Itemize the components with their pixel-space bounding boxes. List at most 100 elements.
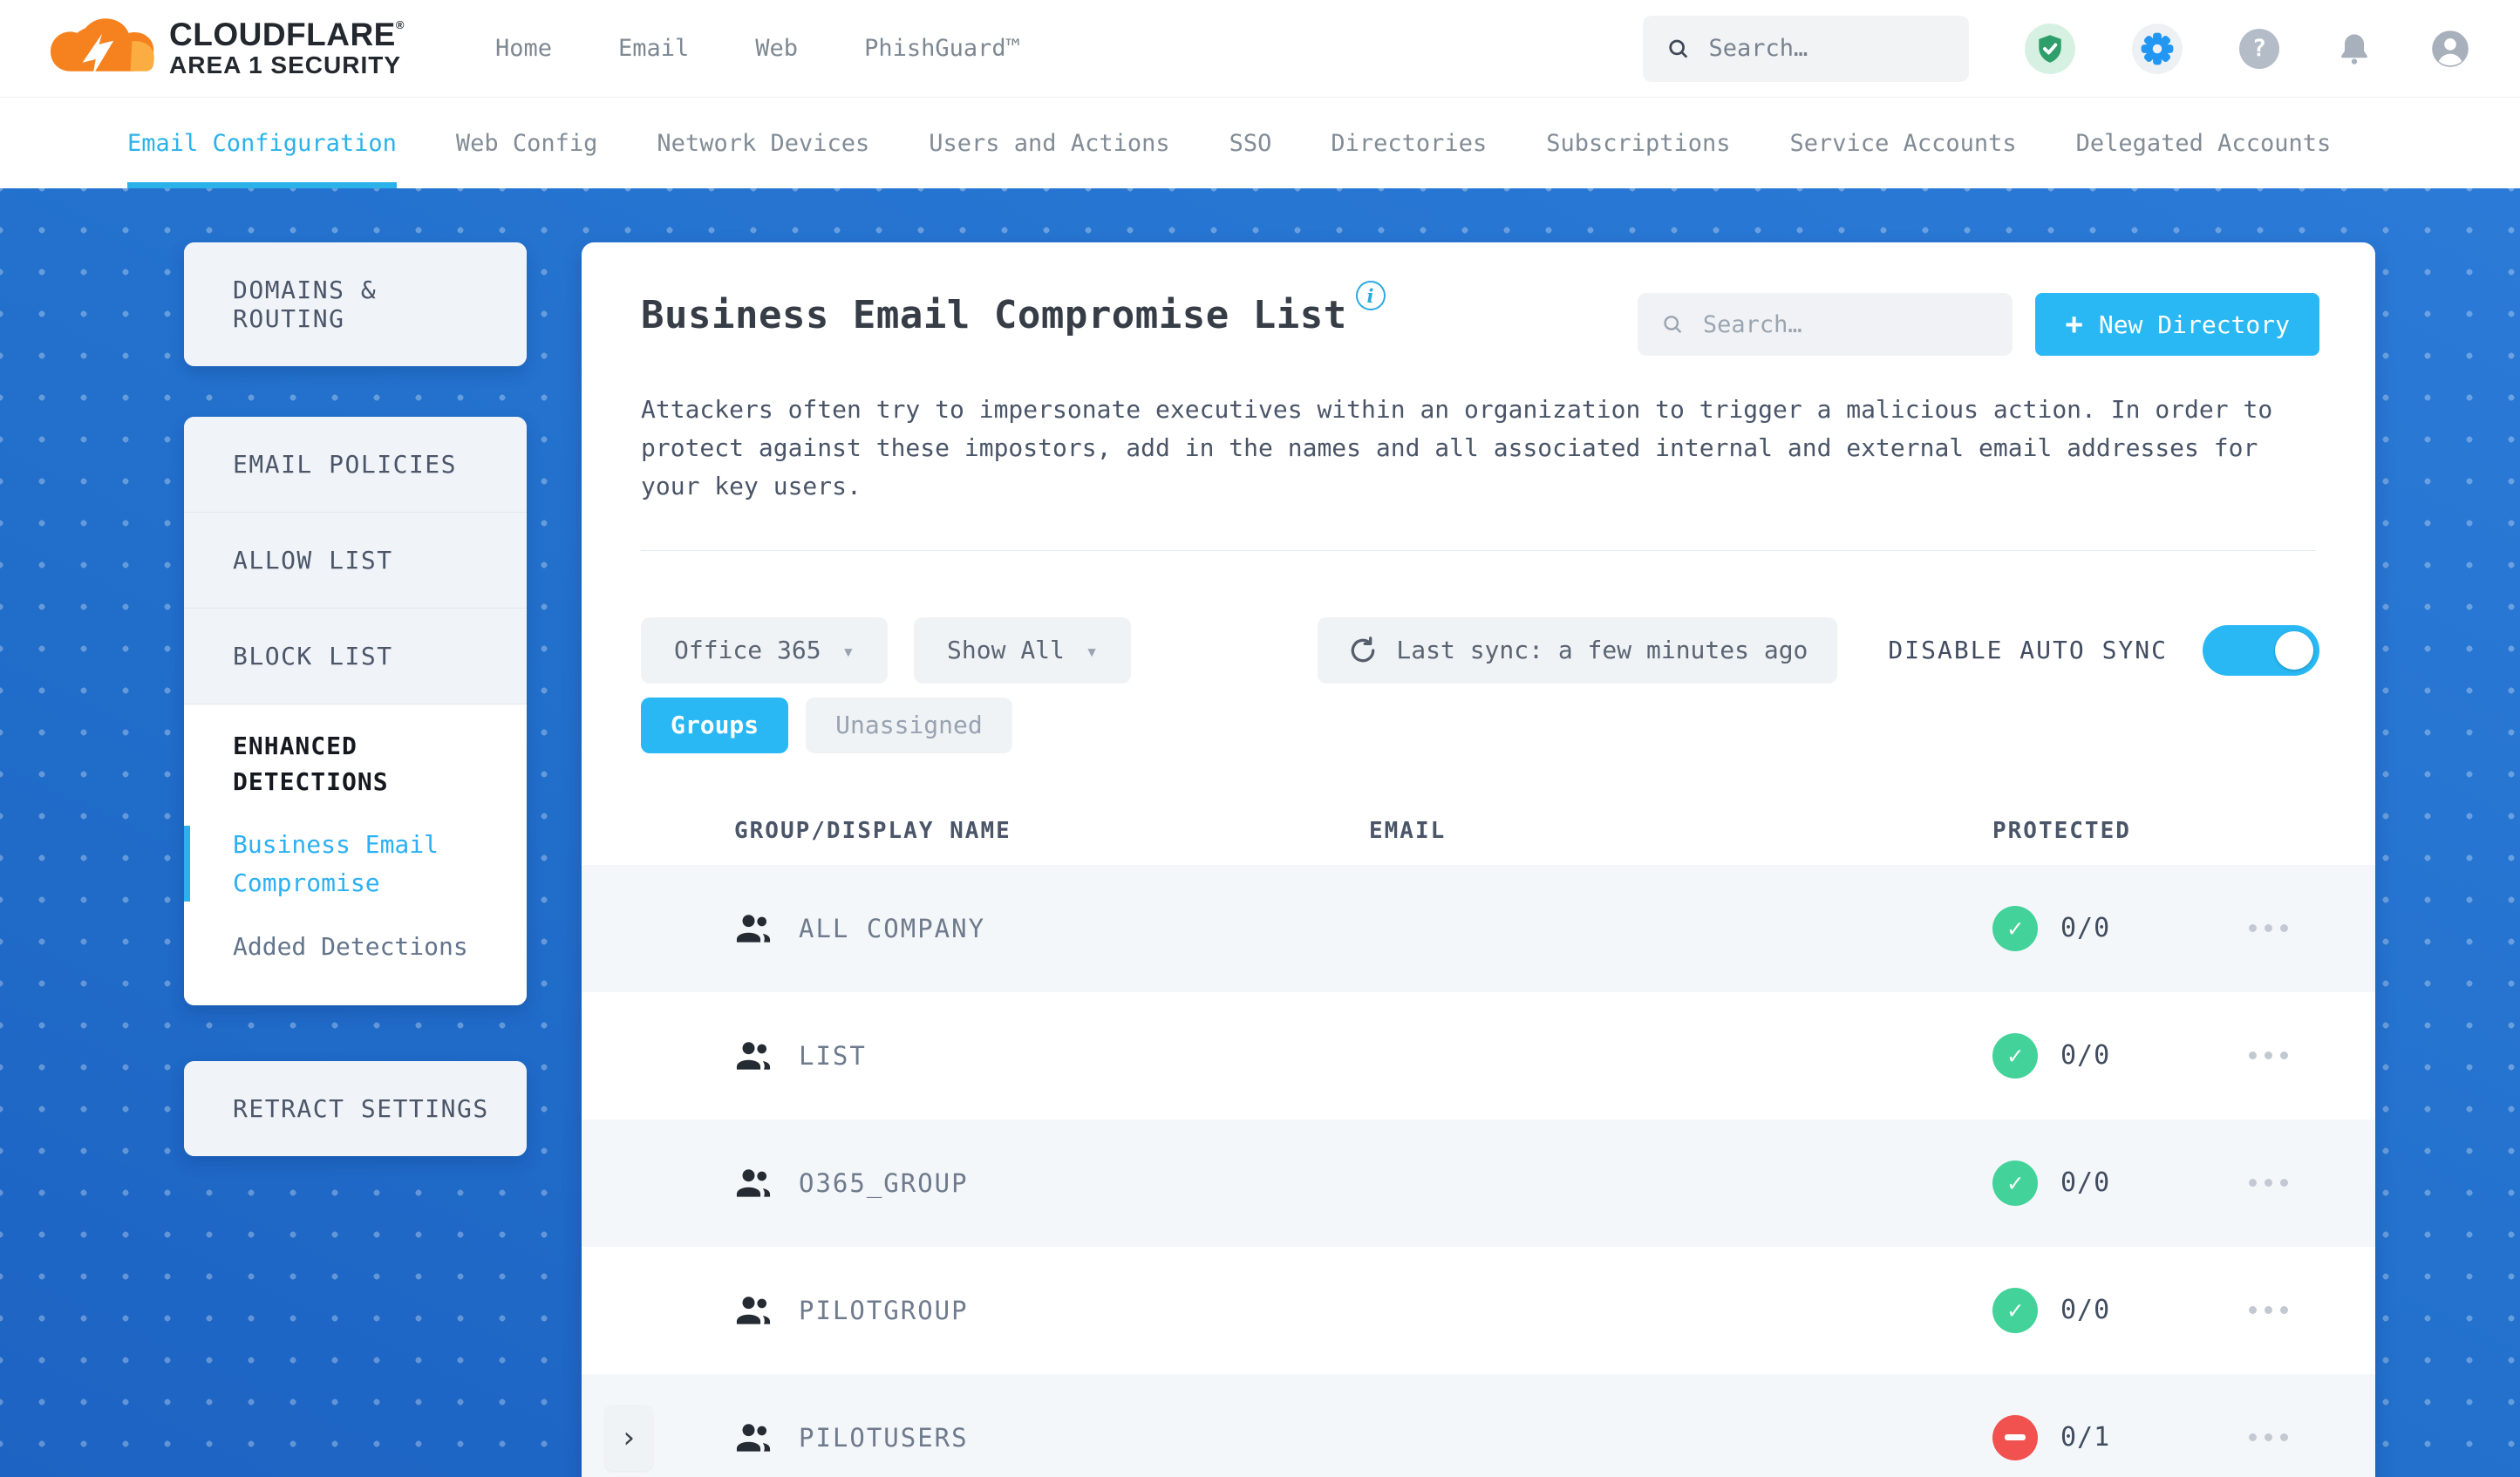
chevron-down-icon xyxy=(1086,636,1098,664)
nav-home[interactable]: Home xyxy=(495,35,552,62)
row-actions-menu[interactable] xyxy=(2249,1041,2288,1070)
groups-table: GROUP/DISPLAY NAME EMAIL PROTECTED ALL C… xyxy=(582,797,2375,1477)
tab-users-and-actions[interactable]: Users and Actions xyxy=(929,98,1169,188)
directory-select[interactable]: Office 365 xyxy=(641,616,889,684)
protected-blocked-icon xyxy=(1992,1414,2038,1460)
group-name: ALL COMPANY xyxy=(799,913,986,943)
group-people-icon xyxy=(736,1296,771,1324)
primary-nav: Home Email Web PhishGuard™ xyxy=(495,35,1020,62)
group-people-icon xyxy=(736,1168,771,1197)
group-name: LIST xyxy=(799,1040,867,1071)
cloudflare-cloud-icon xyxy=(51,17,154,76)
brand-subtitle: AREA 1 SECURITY xyxy=(169,51,402,79)
cloudflare-logo[interactable]: CLOUDFLARE ® AREA 1 SECURITY xyxy=(51,11,405,86)
group-people-icon xyxy=(736,1041,771,1070)
row-actions-menu[interactable] xyxy=(2249,914,2288,943)
email-settings-card: EMAIL POLICIES ALLOW LIST BLOCK LIST ENH… xyxy=(184,417,527,1006)
refresh-icon xyxy=(1352,636,1375,663)
tab-network-devices[interactable]: Network Devices xyxy=(657,98,869,188)
tab-sso[interactable]: SSO xyxy=(1229,98,1272,188)
section-nav: Email Configuration Web Config Network D… xyxy=(0,98,2520,188)
row-actions-menu[interactable] xyxy=(2249,1296,2288,1324)
row-actions-menu[interactable] xyxy=(2249,1423,2288,1452)
show-filter-select[interactable]: Show All xyxy=(914,616,1132,684)
list-search[interactable] xyxy=(1638,293,2013,356)
nav-phishguard[interactable]: PhishGuard™ xyxy=(864,35,1020,62)
workspace-background: DOMAINS & ROUTING EMAIL POLICIES ALLOW L… xyxy=(0,188,2520,1477)
sidebar-item-allow-list[interactable]: ALLOW LIST xyxy=(184,513,527,609)
enhanced-detections-section: ENHANCED DETECTIONS Business Email Compr… xyxy=(184,704,527,1006)
tab-email-configuration[interactable]: Email Configuration xyxy=(127,98,397,188)
top-bar: CLOUDFLARE ® AREA 1 SECURITY Home Email … xyxy=(0,0,2520,98)
sidebar-item-retract-settings[interactable]: RETRACT SETTINGS xyxy=(184,1061,527,1157)
auto-sync-toggle[interactable] xyxy=(2203,624,2319,676)
notifications-bell-icon[interactable] xyxy=(2336,31,2373,67)
security-status-button[interactable] xyxy=(2025,23,2075,74)
protected-count: 0/0 xyxy=(2060,1167,2111,1199)
protected-ok-icon xyxy=(1992,1032,2038,1079)
tab-directories[interactable]: Directories xyxy=(1331,98,1487,188)
info-icon[interactable] xyxy=(1355,281,1386,310)
brand-name: CLOUDFLARE xyxy=(169,16,396,52)
protected-ok-icon xyxy=(1992,905,2038,951)
header-icon-group xyxy=(2025,23,2471,74)
protected-ok-icon xyxy=(1992,1287,2038,1333)
protected-count: 0/1 xyxy=(2060,1422,2111,1453)
divider xyxy=(641,549,2316,551)
group-name: PILOTUSERS xyxy=(799,1422,969,1453)
nav-email[interactable]: Email xyxy=(618,35,689,62)
bec-list-panel: Business Email Compromise List New Direc… xyxy=(582,242,2375,1477)
nav-web[interactable]: Web xyxy=(755,35,798,62)
tab-delegated-accounts[interactable]: Delegated Accounts xyxy=(2076,98,2332,188)
table-row[interactable]: PILOTUSERS 0/1 xyxy=(582,1373,2375,1477)
new-directory-button[interactable]: New Directory xyxy=(2035,293,2319,356)
expand-row-button[interactable] xyxy=(604,1404,653,1471)
table-header: GROUP/DISPLAY NAME EMAIL PROTECTED xyxy=(582,797,2375,865)
settings-button[interactable] xyxy=(2132,23,2183,74)
shield-check-icon xyxy=(2039,34,2061,63)
plus-icon xyxy=(2065,307,2082,342)
gear-icon xyxy=(2141,32,2174,65)
settings-sidebar: DOMAINS & ROUTING EMAIL POLICIES ALLOW L… xyxy=(184,242,527,1157)
table-row[interactable]: LIST 0/0 xyxy=(582,992,2375,1120)
chevron-down-icon xyxy=(842,636,855,664)
row-actions-menu[interactable] xyxy=(2249,1168,2288,1197)
registered-mark: ® xyxy=(395,17,405,31)
retract-settings-card: RETRACT SETTINGS xyxy=(184,1061,527,1157)
sidebar-item-enhanced-detections[interactable]: ENHANCED DETECTIONS xyxy=(184,729,498,800)
table-row[interactable]: ALL COMPANY 0/0 xyxy=(582,864,2375,992)
last-sync-button[interactable]: Last sync: a few minutes ago xyxy=(1318,616,1838,684)
tab-groups[interactable]: Groups xyxy=(641,697,789,753)
search-icon xyxy=(1664,316,1682,334)
table-row[interactable]: PILOTGROUP 0/0 xyxy=(582,1247,2375,1374)
protected-count: 0/0 xyxy=(2060,1295,2111,1326)
domains-routing-card: DOMAINS & ROUTING xyxy=(184,242,527,366)
group-name: O365_GROUP xyxy=(799,1167,969,1198)
tab-unassigned[interactable]: Unassigned xyxy=(806,697,1012,753)
toggle-knob xyxy=(2275,630,2313,670)
last-sync-text: Last sync: a few minutes ago xyxy=(1396,636,1808,665)
tab-service-accounts[interactable]: Service Accounts xyxy=(1790,98,2017,188)
global-search[interactable] xyxy=(1643,15,1969,82)
protected-count: 0/0 xyxy=(2060,1040,2111,1072)
column-email: EMAIL xyxy=(1369,817,1447,844)
sidebar-item-added-detections[interactable]: Added Detections xyxy=(184,928,498,965)
tab-subscriptions[interactable]: Subscriptions xyxy=(1546,98,1730,188)
protected-count: 0/0 xyxy=(2060,913,2111,944)
sidebar-item-email-policies[interactable]: EMAIL POLICIES xyxy=(184,417,527,513)
protected-ok-icon xyxy=(1992,1160,2038,1206)
search-icon xyxy=(1669,39,1688,58)
group-people-icon xyxy=(736,914,771,943)
global-search-input[interactable] xyxy=(1708,35,1944,62)
sidebar-item-business-email-compromise[interactable]: Business Email Compromise xyxy=(184,826,498,902)
sidebar-item-domains-routing[interactable]: DOMAINS & ROUTING xyxy=(184,242,527,366)
table-row[interactable]: O365_GROUP 0/0 xyxy=(582,1119,2375,1247)
filter-row: Office 365 Show All Last sync: a few min… xyxy=(641,616,2319,684)
sidebar-item-block-list[interactable]: BLOCK LIST xyxy=(184,609,527,704)
panel-actions: New Directory xyxy=(1638,293,2319,356)
help-button[interactable] xyxy=(2239,28,2279,69)
page-title: Business Email Compromise List xyxy=(641,281,1386,337)
user-account-icon[interactable] xyxy=(2429,28,2471,70)
tab-web-config[interactable]: Web Config xyxy=(456,98,598,188)
list-search-input[interactable] xyxy=(1702,310,1989,338)
